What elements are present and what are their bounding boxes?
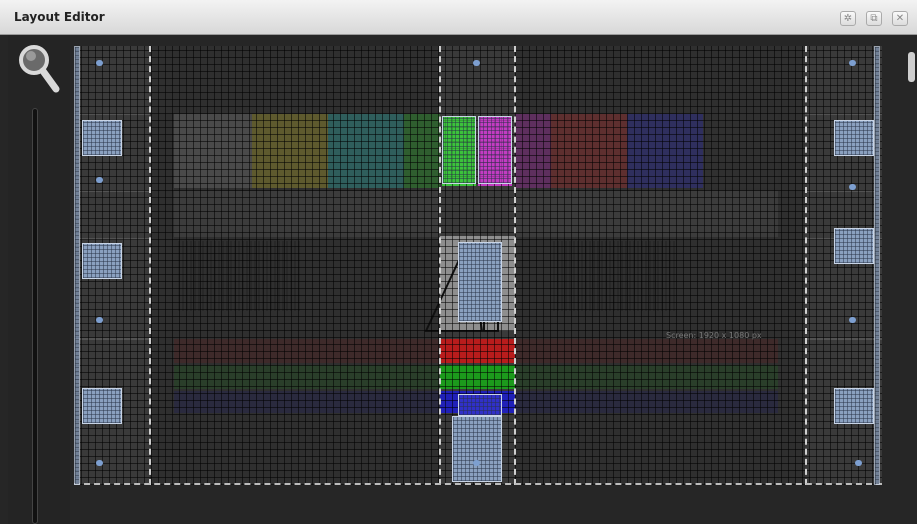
magnifier-icon[interactable] — [16, 43, 60, 95]
panel-tile[interactable] — [458, 242, 502, 322]
anchor-dot[interactable] — [849, 317, 856, 323]
panel-tile[interactable] — [442, 116, 476, 184]
panel-tile[interactable] — [82, 388, 122, 424]
settings-button[interactable]: ✲ — [840, 11, 856, 26]
panel-tile[interactable] — [834, 120, 874, 156]
screen-divider — [514, 46, 516, 485]
anchor-dot[interactable] — [849, 184, 856, 190]
vertical-scrollbar[interactable] — [908, 52, 915, 82]
panel-tile[interactable] — [458, 394, 502, 416]
restore-button[interactable]: ⧉ — [866, 11, 882, 26]
anchor-dot[interactable] — [96, 460, 103, 466]
anchor-dot[interactable] — [96, 60, 103, 66]
window-title: Layout Editor — [14, 10, 105, 24]
anchor-dot[interactable] — [855, 460, 862, 466]
gear-icon: ✲ — [843, 13, 853, 24]
anchor-dot[interactable] — [473, 460, 480, 466]
panel-tile[interactable] — [82, 243, 122, 279]
anchor-dot[interactable] — [96, 317, 103, 323]
panel-strip-right[interactable] — [874, 46, 880, 485]
resolution-label: Screen: 1920 x 1080 px — [666, 331, 762, 340]
panel-tile[interactable] — [834, 228, 874, 264]
screen-divider — [805, 46, 807, 485]
zoom-panel — [8, 35, 70, 524]
panel-tile[interactable] — [478, 116, 512, 184]
anchor-dot[interactable] — [473, 60, 480, 66]
zoom-slider[interactable] — [32, 108, 38, 524]
panel-tile[interactable] — [452, 416, 502, 482]
restore-icon: ⧉ — [870, 13, 878, 24]
anchor-dot[interactable] — [849, 60, 856, 66]
close-button[interactable]: ✕ — [892, 11, 908, 26]
layout-canvas[interactable]: Screen: 1920 x 1080 px — [74, 46, 882, 485]
panel-tile[interactable] — [834, 388, 874, 424]
panel-tile[interactable] — [82, 120, 122, 156]
anchor-dot[interactable] — [96, 177, 103, 183]
close-icon: ✕ — [895, 13, 905, 24]
screen-divider — [149, 46, 151, 485]
title-bar: Layout Editor ✲ ⧉ ✕ — [0, 0, 917, 35]
screen-divider — [439, 46, 441, 485]
bottom-divider — [74, 483, 882, 485]
panel-strip-left[interactable] — [74, 46, 80, 485]
